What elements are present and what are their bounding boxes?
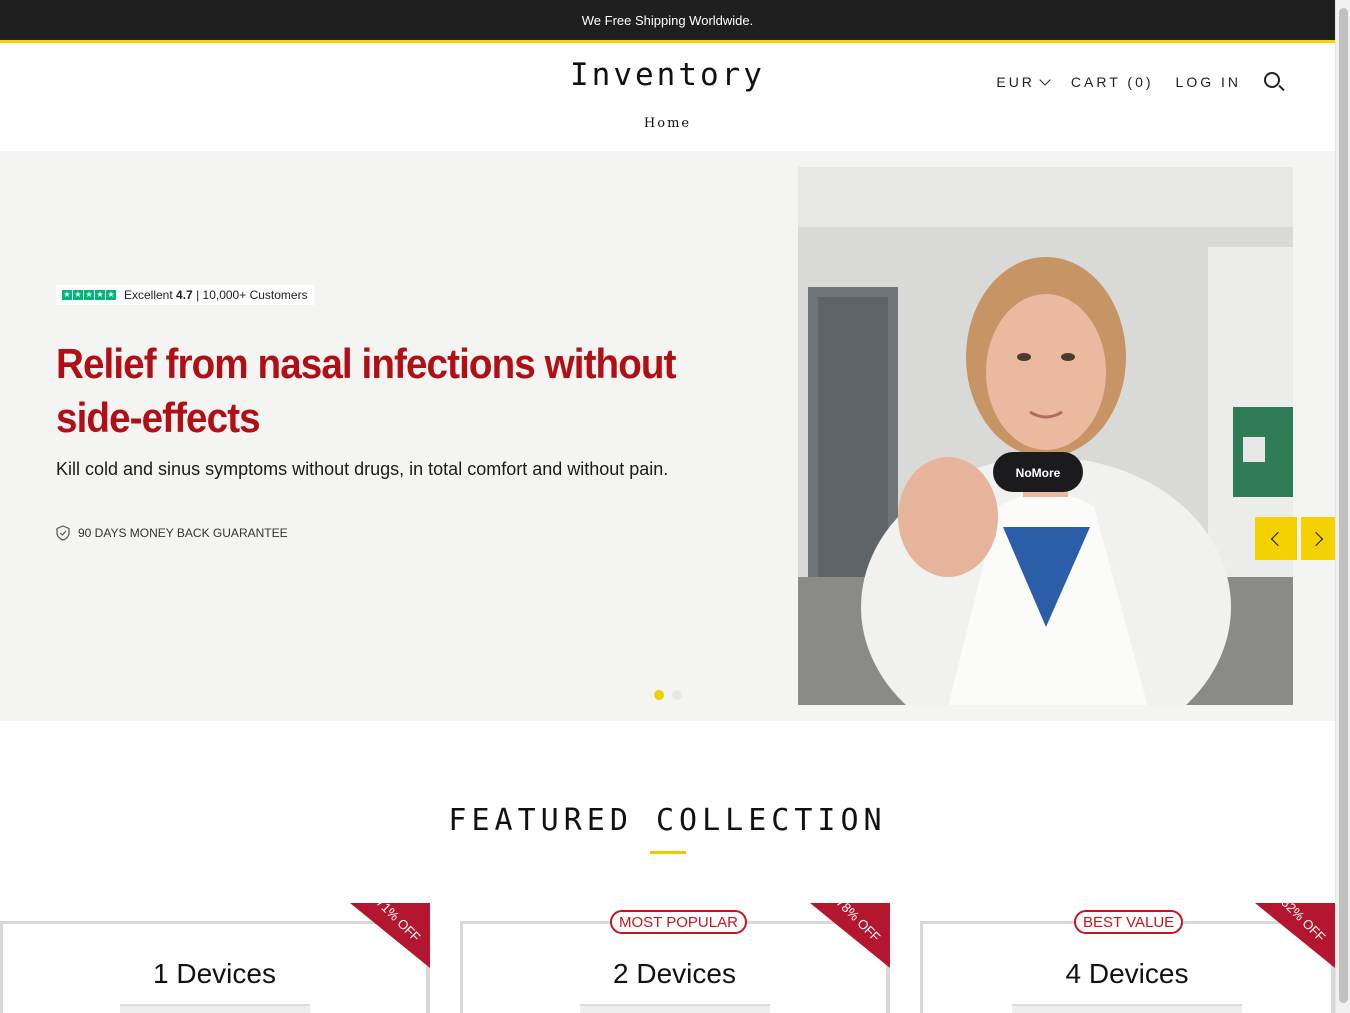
nav-item-home[interactable]: Home (644, 116, 691, 131)
rating-text: Excellent 4.7 | 10,000+ Customers (124, 288, 308, 302)
hero-image: NoMore (798, 167, 1293, 705)
product-image[interactable] (119, 1004, 310, 1013)
guarantee-line: 90 DAYS MONEY BACK GUARANTEE (56, 525, 288, 541)
device-label: NoMore (1016, 466, 1061, 480)
rating-badge: ★ ★ ★ ★ ★ Excellent 4.7 | 10,000+ Customers (56, 285, 314, 305)
announcement-text: We Free Shipping Worldwide. (581, 12, 754, 28)
slide-dots (654, 690, 682, 700)
chevron-down-icon (1039, 74, 1051, 86)
slide-next-button[interactable] (1301, 517, 1335, 560)
header-actions: EUR CART (0) LOG IN (996, 71, 1285, 93)
product-image[interactable] (579, 1004, 770, 1013)
search-icon[interactable] (1263, 71, 1285, 93)
chevron-left-icon (1270, 531, 1286, 546)
page-scrollbar[interactable] (1335, 0, 1350, 1013)
currency-label: EUR (996, 74, 1035, 90)
chevron-right-icon (1308, 531, 1324, 546)
cart-link[interactable]: CART (0) (1071, 74, 1154, 90)
site-header: Inventory EUR CART (0) LOG IN Home (0, 43, 1335, 151)
section-title-underline (650, 851, 686, 854)
product-badge: MOST POPULAR (610, 910, 747, 934)
currency-selector[interactable]: EUR (996, 74, 1051, 90)
announcement-bar: We Free Shipping Worldwide. (0, 0, 1335, 40)
hero-subtitle: Kill cold and sinus symptoms without dru… (56, 459, 669, 479)
slide-prev-button[interactable] (1255, 517, 1297, 560)
discount-ribbon: 71% OFF (350, 903, 430, 968)
main-nav: Home (0, 116, 1335, 131)
section-title: FEATURED COLLECTION (448, 803, 887, 838)
discount-ribbon: 78% OFF (810, 903, 890, 968)
rating-value: 4.7 (176, 288, 193, 302)
shield-check-icon (56, 525, 70, 541)
trustpilot-stars-icon: ★ ★ ★ ★ ★ (62, 290, 116, 300)
login-link[interactable]: LOG IN (1176, 74, 1241, 90)
scrollbar-thumb[interactable] (1339, 8, 1348, 1003)
hero-slideshow: ★ ★ ★ ★ ★ Excellent 4.7 | 10,000+ Customers … (0, 151, 1335, 721)
guarantee-text: 90 DAYS MONEY BACK GUARANTEE (78, 526, 288, 540)
product-badge: BEST VALUE (1074, 910, 1184, 934)
product-image[interactable] (1012, 1004, 1242, 1013)
discount-ribbon: 82% OFF (1255, 903, 1335, 968)
rating-customers: | 10,000+ Customers (196, 288, 308, 302)
slide-dot-1[interactable] (654, 690, 664, 700)
hero-title: Relief from nasal infections without sid… (56, 340, 676, 441)
slide-dot-2[interactable] (672, 690, 682, 700)
rating-label: Excellent (124, 288, 173, 302)
